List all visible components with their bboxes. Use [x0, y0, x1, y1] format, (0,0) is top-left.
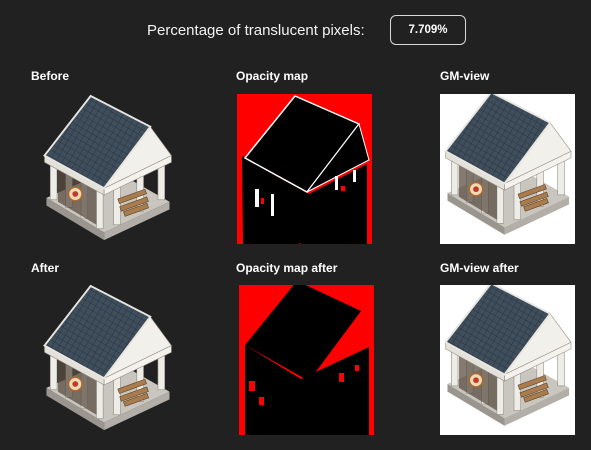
- label-opacity-map-after: Opacity map after: [236, 261, 338, 275]
- opacity-map-after-image: [239, 285, 374, 435]
- label-before: Before: [31, 69, 70, 83]
- label-opacity-map: Opacity map: [236, 69, 309, 83]
- percentage-value-box: 7.709%: [390, 15, 466, 45]
- before-image: [36, 94, 178, 244]
- label-gm-view-after: GM-view after: [440, 261, 519, 275]
- label-after: After: [31, 261, 60, 275]
- label-gm-view: GM-view: [440, 69, 490, 83]
- stats-bar: Percentage of translucent pixels: 7.709%: [0, 0, 591, 62]
- after-image: [36, 284, 178, 434]
- gm-view-after-image: [440, 285, 575, 435]
- percentage-label: Percentage of translucent pixels:: [147, 22, 365, 39]
- opacity-map-image: [237, 94, 372, 244]
- gm-view-image: [440, 94, 575, 244]
